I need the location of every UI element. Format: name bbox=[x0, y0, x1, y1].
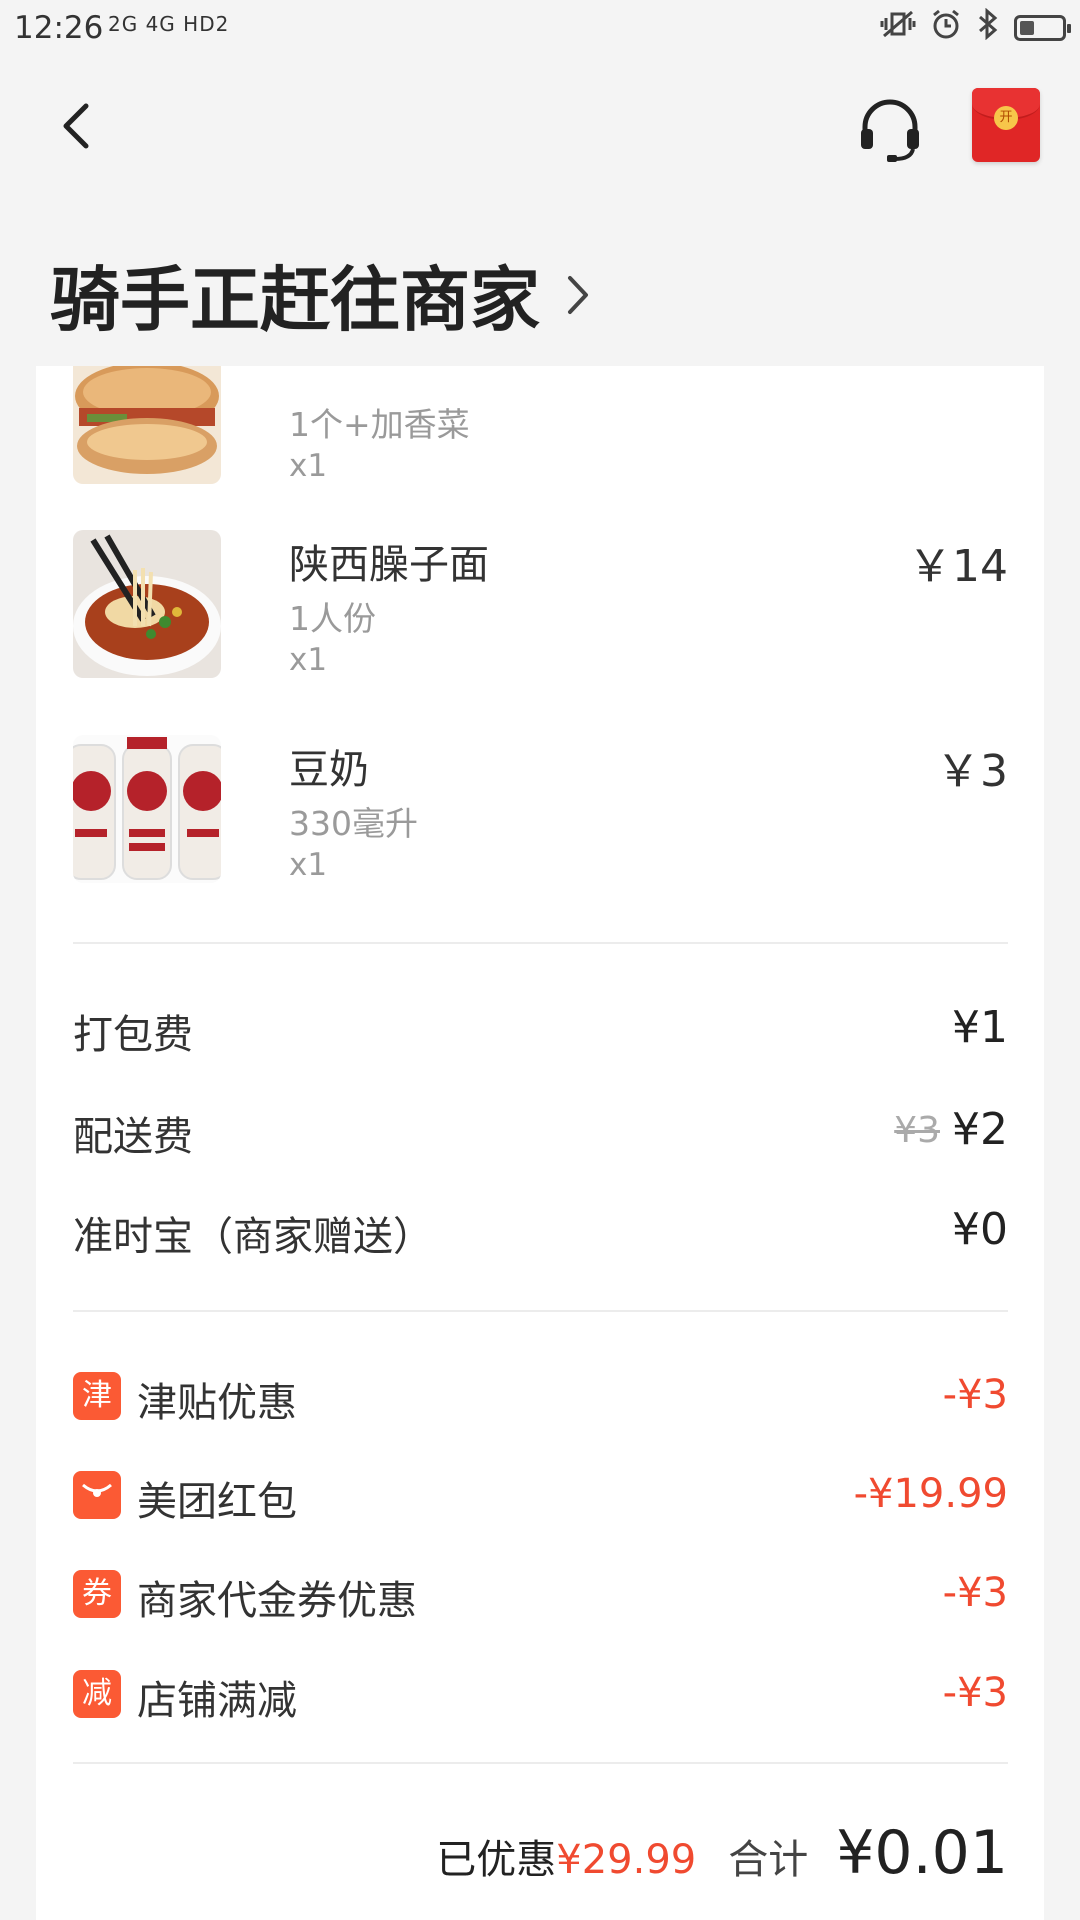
total-amount: ¥0.01 bbox=[836, 1818, 1008, 1888]
status-icons bbox=[880, 7, 1071, 48]
fee-label: 打包费 bbox=[73, 1012, 193, 1058]
order-item[interactable]: 陕西臊子面 1人份 x1 ￥14 bbox=[73, 530, 1008, 680]
divider bbox=[73, 1310, 1008, 1312]
subsidy-badge-icon: 津 bbox=[73, 1372, 121, 1420]
item-thumbnail bbox=[73, 530, 221, 678]
divider bbox=[73, 1762, 1008, 1764]
vibrate-icon bbox=[880, 8, 916, 48]
fee-row-ontime-guarantee[interactable]: 准时宝（商家赠送） ¥0 bbox=[73, 1204, 1008, 1264]
item-name: 陕西臊子面 bbox=[289, 542, 489, 588]
red-packet-button[interactable]: 开 bbox=[972, 88, 1040, 162]
red-packet-badge-icon bbox=[73, 1471, 121, 1519]
headset-icon bbox=[861, 99, 919, 162]
discount-label: 商家代金券优惠 bbox=[137, 1578, 417, 1624]
discount-row-red-packet: 美团红包 -¥19.99 bbox=[73, 1467, 1008, 1525]
order-total-bar: 已优惠 ¥29.99 合计 ¥0.01 bbox=[73, 1818, 1008, 1888]
voucher-badge-icon: 券 bbox=[73, 1570, 121, 1618]
item-price: ￥14 bbox=[908, 541, 1008, 592]
item-quantity: x1 bbox=[289, 642, 328, 678]
item-thumbnail bbox=[73, 735, 221, 883]
fee-row-packaging: 打包费 ¥1 bbox=[73, 1002, 1008, 1062]
chevron-right-icon bbox=[568, 275, 588, 314]
bluetooth-icon bbox=[976, 7, 1000, 48]
fee-label: 配送费 bbox=[73, 1114, 193, 1160]
item-price: ￥3 bbox=[936, 746, 1008, 797]
coin-icon: 开 bbox=[994, 106, 1018, 130]
discount-row-subsidy: 津 津贴优惠 -¥3 bbox=[73, 1368, 1008, 1426]
saved-amount: ¥29.99 bbox=[556, 1837, 697, 1883]
item-spec: 1个+加香菜 bbox=[289, 405, 470, 444]
fee-original-price: ¥3 bbox=[894, 1110, 940, 1151]
status-time: 12:26 bbox=[14, 10, 104, 46]
customer-service-button[interactable] bbox=[855, 95, 925, 165]
fee-value: ¥0 bbox=[952, 1204, 1008, 1255]
fee-row-delivery: 配送费 ¥3 ¥2 bbox=[73, 1104, 1008, 1164]
total-label: 合计 bbox=[728, 1837, 809, 1883]
order-status-title[interactable]: 骑手正赶往商家 bbox=[50, 244, 594, 345]
page-title: 骑手正赶往商家 bbox=[50, 259, 540, 341]
fee-label: 准时宝（商家赠送） bbox=[73, 1214, 433, 1260]
divider bbox=[73, 942, 1008, 944]
battery-icon bbox=[1014, 15, 1071, 41]
discount-value: -¥19.99 bbox=[853, 1471, 1008, 1517]
discount-value: -¥3 bbox=[942, 1570, 1008, 1616]
reduction-badge-icon: 减 bbox=[73, 1670, 121, 1718]
discount-row-voucher: 券 商家代金券优惠 -¥3 bbox=[73, 1566, 1008, 1624]
item-spec: 330毫升 bbox=[289, 804, 418, 843]
fee-value: ¥1 bbox=[952, 1002, 1008, 1053]
item-spec: 1人份 bbox=[289, 599, 376, 638]
network-indicator: 2G 4G HD2 bbox=[108, 12, 230, 36]
order-detail-card: 1个+加香菜 x1 陕西臊子面 1人份 x1 ￥14 豆奶 330毫升 x1 ￥… bbox=[36, 366, 1044, 1920]
status-bar: 12:26 2G 4G HD2 bbox=[0, 0, 1080, 56]
order-item[interactable]: 1个+加香菜 x1 bbox=[73, 366, 1008, 486]
discount-label: 美团红包 bbox=[137, 1479, 297, 1525]
saved-label: 已优惠 bbox=[436, 1837, 557, 1883]
discount-value: -¥3 bbox=[942, 1372, 1008, 1418]
order-item[interactable]: 豆奶 330毫升 x1 ￥3 bbox=[73, 735, 1008, 885]
discount-value: -¥3 bbox=[942, 1670, 1008, 1716]
discount-label: 津贴优惠 bbox=[137, 1380, 297, 1426]
discount-label: 店铺满减 bbox=[137, 1678, 297, 1724]
item-quantity: x1 bbox=[289, 448, 328, 484]
alarm-icon bbox=[930, 8, 962, 48]
discount-row-store-reduction: 减 店铺满减 -¥3 bbox=[73, 1666, 1008, 1724]
back-button[interactable] bbox=[48, 96, 108, 156]
item-thumbnail bbox=[73, 366, 221, 484]
fee-value: ¥2 bbox=[952, 1104, 1008, 1155]
item-name: 豆奶 bbox=[289, 747, 369, 793]
chevron-left-icon bbox=[63, 103, 89, 149]
item-quantity: x1 bbox=[289, 847, 328, 883]
battery-level bbox=[1020, 21, 1034, 35]
